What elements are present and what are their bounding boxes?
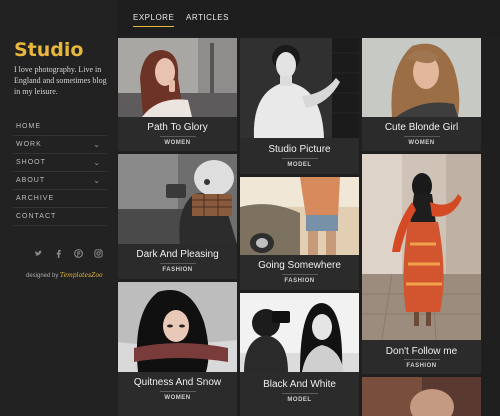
card-divider bbox=[159, 391, 196, 392]
main-nav: HOME WORK ⌄ SHOOT ⌄ ABOUT ⌄ ARCHIVE CONTACT bbox=[13, 118, 107, 226]
card-photo bbox=[240, 177, 359, 255]
pinterest-icon[interactable] bbox=[74, 249, 83, 258]
card-photo bbox=[362, 154, 481, 340]
card-category[interactable]: FASHION bbox=[118, 267, 237, 273]
sidebar: Studio I love photography. Live in Engla… bbox=[0, 0, 117, 416]
card-photo bbox=[118, 38, 237, 117]
nav-item-about[interactable]: ABOUT ⌄ bbox=[13, 172, 107, 190]
nav-item-label: ARCHIVE bbox=[16, 195, 55, 202]
card-divider bbox=[159, 136, 196, 137]
gallery-card[interactable]: Path To Glory WOMEN bbox=[118, 38, 237, 151]
nav-item-work[interactable]: WORK ⌄ bbox=[13, 136, 107, 154]
card-category[interactable]: WOMEN bbox=[118, 395, 237, 401]
instagram-icon[interactable] bbox=[94, 249, 103, 258]
card-divider bbox=[403, 359, 440, 360]
card-photo bbox=[240, 38, 359, 138]
card-photo bbox=[362, 38, 481, 117]
card-title: Quitness And Snow bbox=[133, 377, 222, 388]
tab-explore[interactable]: EXPLORE bbox=[133, 13, 175, 27]
card-photo bbox=[362, 377, 481, 416]
nav-item-label: SHOOT bbox=[16, 159, 46, 166]
card-title: Path To Glory bbox=[147, 122, 208, 133]
card-divider bbox=[403, 136, 440, 137]
card-category[interactable]: WOMEN bbox=[118, 140, 237, 146]
card-photo bbox=[240, 293, 359, 372]
card-title: Studio Picture bbox=[268, 144, 331, 155]
gallery-card[interactable]: Don't Follow me FASHION bbox=[362, 154, 481, 374]
site-tagline: I love photography. Live in England and … bbox=[14, 65, 107, 96]
gallery-card[interactable] bbox=[362, 377, 481, 416]
gallery-card[interactable]: Dark And Pleasing FASHION bbox=[118, 154, 237, 279]
card-category[interactable]: WOMEN bbox=[362, 140, 481, 146]
card-category[interactable]: FASHION bbox=[362, 363, 481, 369]
chevron-down-icon: ⌄ bbox=[93, 176, 101, 185]
card-divider bbox=[281, 274, 318, 275]
social-links bbox=[34, 249, 103, 258]
twitter-icon[interactable] bbox=[34, 249, 43, 258]
top-nav: EXPLORE ARTICLES bbox=[117, 0, 500, 36]
chevron-down-icon: ⌄ bbox=[93, 140, 101, 149]
designer-credit: designed by TemplatesZoo bbox=[26, 272, 103, 279]
nav-item-label: HOME bbox=[16, 123, 41, 130]
nav-item-home[interactable]: HOME bbox=[13, 118, 107, 136]
nav-item-contact[interactable]: CONTACT bbox=[13, 208, 107, 226]
chevron-down-icon: ⌄ bbox=[93, 158, 101, 167]
credit-prefix: designed by bbox=[26, 273, 59, 279]
card-category[interactable]: FASHION bbox=[240, 278, 359, 284]
tab-articles[interactable]: ARTICLES bbox=[186, 13, 229, 22]
gallery-card[interactable]: Quitness And Snow WOMEN bbox=[118, 282, 237, 416]
card-title: Dark And Pleasing bbox=[136, 249, 219, 260]
site-logo[interactable]: Studio bbox=[14, 39, 83, 61]
credit-brand-link[interactable]: TemplatesZoo bbox=[60, 272, 103, 279]
card-category[interactable]: MODEL bbox=[240, 162, 359, 168]
card-photo bbox=[118, 154, 237, 244]
card-title: Don't Follow me bbox=[385, 346, 458, 357]
card-divider bbox=[281, 158, 318, 159]
card-title: Black And White bbox=[263, 379, 336, 390]
card-photo bbox=[118, 282, 237, 372]
card-title: Cute Blonde Girl bbox=[384, 122, 459, 133]
card-category[interactable]: MODEL bbox=[240, 397, 359, 403]
gallery-card[interactable]: Black And White MODEL bbox=[240, 293, 359, 416]
card-title: Going Somewhere bbox=[258, 260, 341, 271]
nav-item-label: WORK bbox=[16, 141, 42, 148]
nav-item-label: ABOUT bbox=[16, 177, 46, 184]
card-divider bbox=[159, 263, 196, 264]
nav-item-shoot[interactable]: SHOOT ⌄ bbox=[13, 154, 107, 172]
facebook-icon[interactable] bbox=[54, 249, 63, 258]
card-divider bbox=[281, 393, 318, 394]
nav-item-archive[interactable]: ARCHIVE bbox=[13, 190, 107, 208]
gallery-card[interactable]: Going Somewhere FASHION bbox=[240, 177, 359, 290]
gallery-card[interactable]: Cute Blonde Girl WOMEN bbox=[362, 38, 481, 151]
nav-item-label: CONTACT bbox=[16, 213, 57, 220]
gallery-card[interactable]: Studio Picture MODEL bbox=[240, 38, 359, 174]
